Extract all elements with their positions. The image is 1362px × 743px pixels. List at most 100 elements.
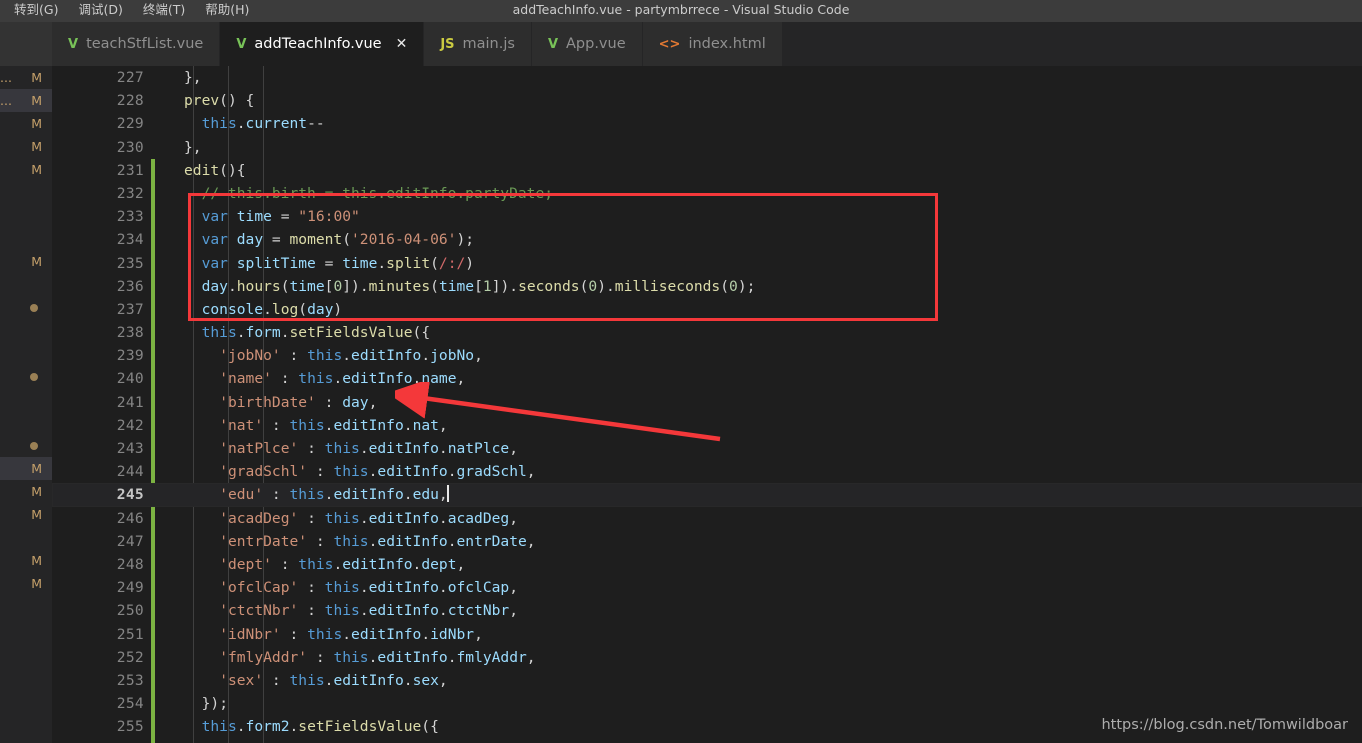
code-line[interactable]: 232 // this.birth = this.editInfo.partyD…: [52, 182, 1362, 205]
code-line[interactable]: 239 'jobNo' : this.editInfo.jobNo,: [52, 344, 1362, 367]
code-line[interactable]: 231 edit(){: [52, 159, 1362, 182]
scm-file-row[interactable]: [0, 526, 52, 549]
code-lines[interactable]: 227}, 228 prev() {229 this.current-- 230}, 2…: [52, 66, 1362, 743]
code-text: 'name' : this.editInfo.name,: [219, 370, 466, 388]
menu-bar: 转到(G) 调试(D) 终端(T) 帮助(H): [0, 0, 259, 22]
code-line[interactable]: 229 this.current--: [52, 112, 1362, 135]
scm-modified-badge: M: [31, 576, 42, 591]
tab-bar-empty-space: [782, 22, 1362, 66]
scm-modified-badge: M: [31, 507, 42, 522]
code-line[interactable]: 251 'idNbr' : this.editInfo.idNbr,: [52, 623, 1362, 646]
code-line[interactable]: 227},: [52, 66, 1362, 89]
editor-tab-index-html[interactable]: <> index.html: [642, 22, 783, 66]
code-line[interactable]: 253 'sex' : this.editInfo.sex,: [52, 669, 1362, 692]
scm-file-row[interactable]: [0, 388, 52, 411]
scm-file-row[interactable]: M: [0, 158, 52, 181]
code-text: 'gradSchl' : this.editInfo.gradSchl,: [219, 463, 536, 481]
code-text: },: [184, 138, 202, 156]
line-number: 244: [116, 463, 144, 481]
line-number: 240: [116, 370, 144, 388]
scm-file-row[interactable]: [0, 296, 52, 319]
scm-file-row[interactable]: M: [0, 135, 52, 158]
line-number: 239: [116, 347, 144, 365]
scm-file-row[interactable]: M: [0, 457, 52, 480]
code-text: 'natPlce' : this.editInfo.natPlce,: [219, 440, 519, 457]
scm-file-row[interactable]: [0, 227, 52, 250]
code-line[interactable]: 243 'natPlce' : this.editInfo.natPlce,: [52, 437, 1362, 460]
menu-item-debug[interactable]: 调试(D): [68, 0, 132, 22]
code-line[interactable]: 245 'edu' : this.editInfo.edu,: [52, 483, 1362, 507]
code-line[interactable]: 238 this.form.setFieldsValue({: [52, 321, 1362, 344]
editor-tab-teachstflist-vue[interactable]: VteachStfList.vue: [52, 22, 221, 66]
code-line[interactable]: 236 day.hours(time[0]).minutes(time[1]).…: [52, 275, 1362, 298]
scm-file-row[interactable]: [0, 319, 52, 342]
line-number: 228: [116, 92, 144, 110]
code-line[interactable]: 249 'ofclCap' : this.editInfo.ofclCap,: [52, 576, 1362, 599]
code-line[interactable]: 246 'acadDeg' : this.editInfo.acadDeg,: [52, 507, 1362, 530]
line-number: 227: [116, 69, 144, 86]
scm-file-row[interactable]: M: [0, 480, 52, 503]
code-text: // this.birth = this.editInfo.partyDate;: [201, 184, 554, 202]
code-line[interactable]: 247 'entrDate' : this.editInfo.entrDate,: [52, 530, 1362, 553]
code-line[interactable]: 248 'dept' : this.editInfo.dept,: [52, 553, 1362, 576]
editor-tab-app-vue[interactable]: V App.vue: [531, 22, 643, 66]
scm-file-row[interactable]: M: [0, 549, 52, 572]
scm-file-row[interactable]: ... M: [0, 89, 52, 112]
title-bar: 转到(G) 调试(D) 终端(T) 帮助(H) addTeachInfo.vue…: [0, 0, 1362, 22]
scm-file-row[interactable]: [0, 204, 52, 227]
code-line[interactable]: 235 var splitTime = time.split(/:/): [52, 252, 1362, 275]
code-line[interactable]: 244 'gradSchl' : this.editInfo.gradSchl,: [52, 460, 1362, 483]
scm-file-row[interactable]: [0, 342, 52, 365]
scm-file-row[interactable]: M: [0, 112, 52, 135]
line-number: 250: [116, 602, 144, 620]
code-line[interactable]: 240 'name' : this.editInfo.name,: [52, 367, 1362, 390]
code-editor[interactable]: 227}, 228 prev() {229 this.current-- 230}, 2…: [52, 66, 1362, 743]
menu-item-help[interactable]: 帮助(H): [195, 0, 259, 22]
editor-tab-addteachinfo-vue[interactable]: VaddTeachInfo.vue ✕: [220, 22, 425, 66]
code-text: 'birthDate' : day,: [219, 393, 378, 411]
scm-modified-badge: M: [31, 484, 42, 499]
tab-label: addTeachInfo.vue: [254, 35, 382, 52]
line-number: 246: [116, 509, 144, 527]
code-line[interactable]: 228 prev() {: [52, 89, 1362, 112]
code-line[interactable]: 230},: [52, 136, 1362, 159]
scm-modified-badge: M: [31, 162, 42, 177]
scm-file-list[interactable]: ... M... M M M M M M M M M M: [0, 66, 52, 595]
scm-file-row[interactable]: M: [0, 503, 52, 526]
line-number: 245: [116, 486, 144, 504]
scm-file-row[interactable]: [0, 181, 52, 204]
code-text: 'dept' : this.editInfo.dept,: [219, 555, 466, 573]
code-line[interactable]: 252 'fmlyAddr' : this.editInfo.fmlyAddr,: [52, 646, 1362, 669]
code-text: 'ctctNbr' : this.editInfo.ctctNbr,: [219, 602, 519, 620]
scm-file-row[interactable]: [0, 411, 52, 434]
scm-file-name-truncated: ...: [0, 70, 12, 85]
editor-tab-main-js[interactable]: JS main.js: [424, 22, 532, 66]
code-line[interactable]: 233 var time = "16:00": [52, 205, 1362, 228]
code-line[interactable]: 234 var day = moment('2016-04-06');: [52, 228, 1362, 251]
scm-file-row[interactable]: [0, 434, 52, 457]
code-line[interactable]: 250 'ctctNbr' : this.editInfo.ctctNbr,: [52, 599, 1362, 622]
line-number: 233: [116, 208, 144, 226]
code-text: edit(){: [184, 161, 246, 179]
scm-file-name-truncated: ...: [0, 93, 12, 108]
code-line[interactable]: 241 'birthDate' : day,: [52, 391, 1362, 414]
scm-file-row[interactable]: [0, 365, 52, 388]
scm-file-row[interactable]: M: [0, 572, 52, 595]
code-line[interactable]: 254 });: [52, 692, 1362, 715]
code-text: this.form2.setFieldsValue({: [201, 718, 439, 736]
scm-file-row[interactable]: M: [0, 250, 52, 273]
menu-item-goto[interactable]: 转到(G): [4, 0, 68, 22]
menu-item-terminal[interactable]: 终端(T): [133, 0, 195, 22]
code-line[interactable]: 242 'nat' : this.editInfo.nat,: [52, 414, 1362, 437]
code-text: },: [184, 69, 202, 86]
code-text: this.form.setFieldsValue({: [201, 324, 431, 342]
scm-file-row[interactable]: [0, 273, 52, 296]
line-number: 231: [116, 161, 144, 179]
code-text: 'acadDeg' : this.editInfo.acadDeg,: [219, 509, 519, 527]
code-line[interactable]: 237 console.log(day): [52, 298, 1362, 321]
line-number: 254: [116, 695, 144, 713]
pane-header: [0, 22, 52, 66]
close-icon[interactable]: ✕: [396, 37, 408, 51]
code-text: 'ofclCap' : this.editInfo.ofclCap,: [219, 579, 519, 597]
scm-file-row[interactable]: ... M: [0, 66, 52, 89]
